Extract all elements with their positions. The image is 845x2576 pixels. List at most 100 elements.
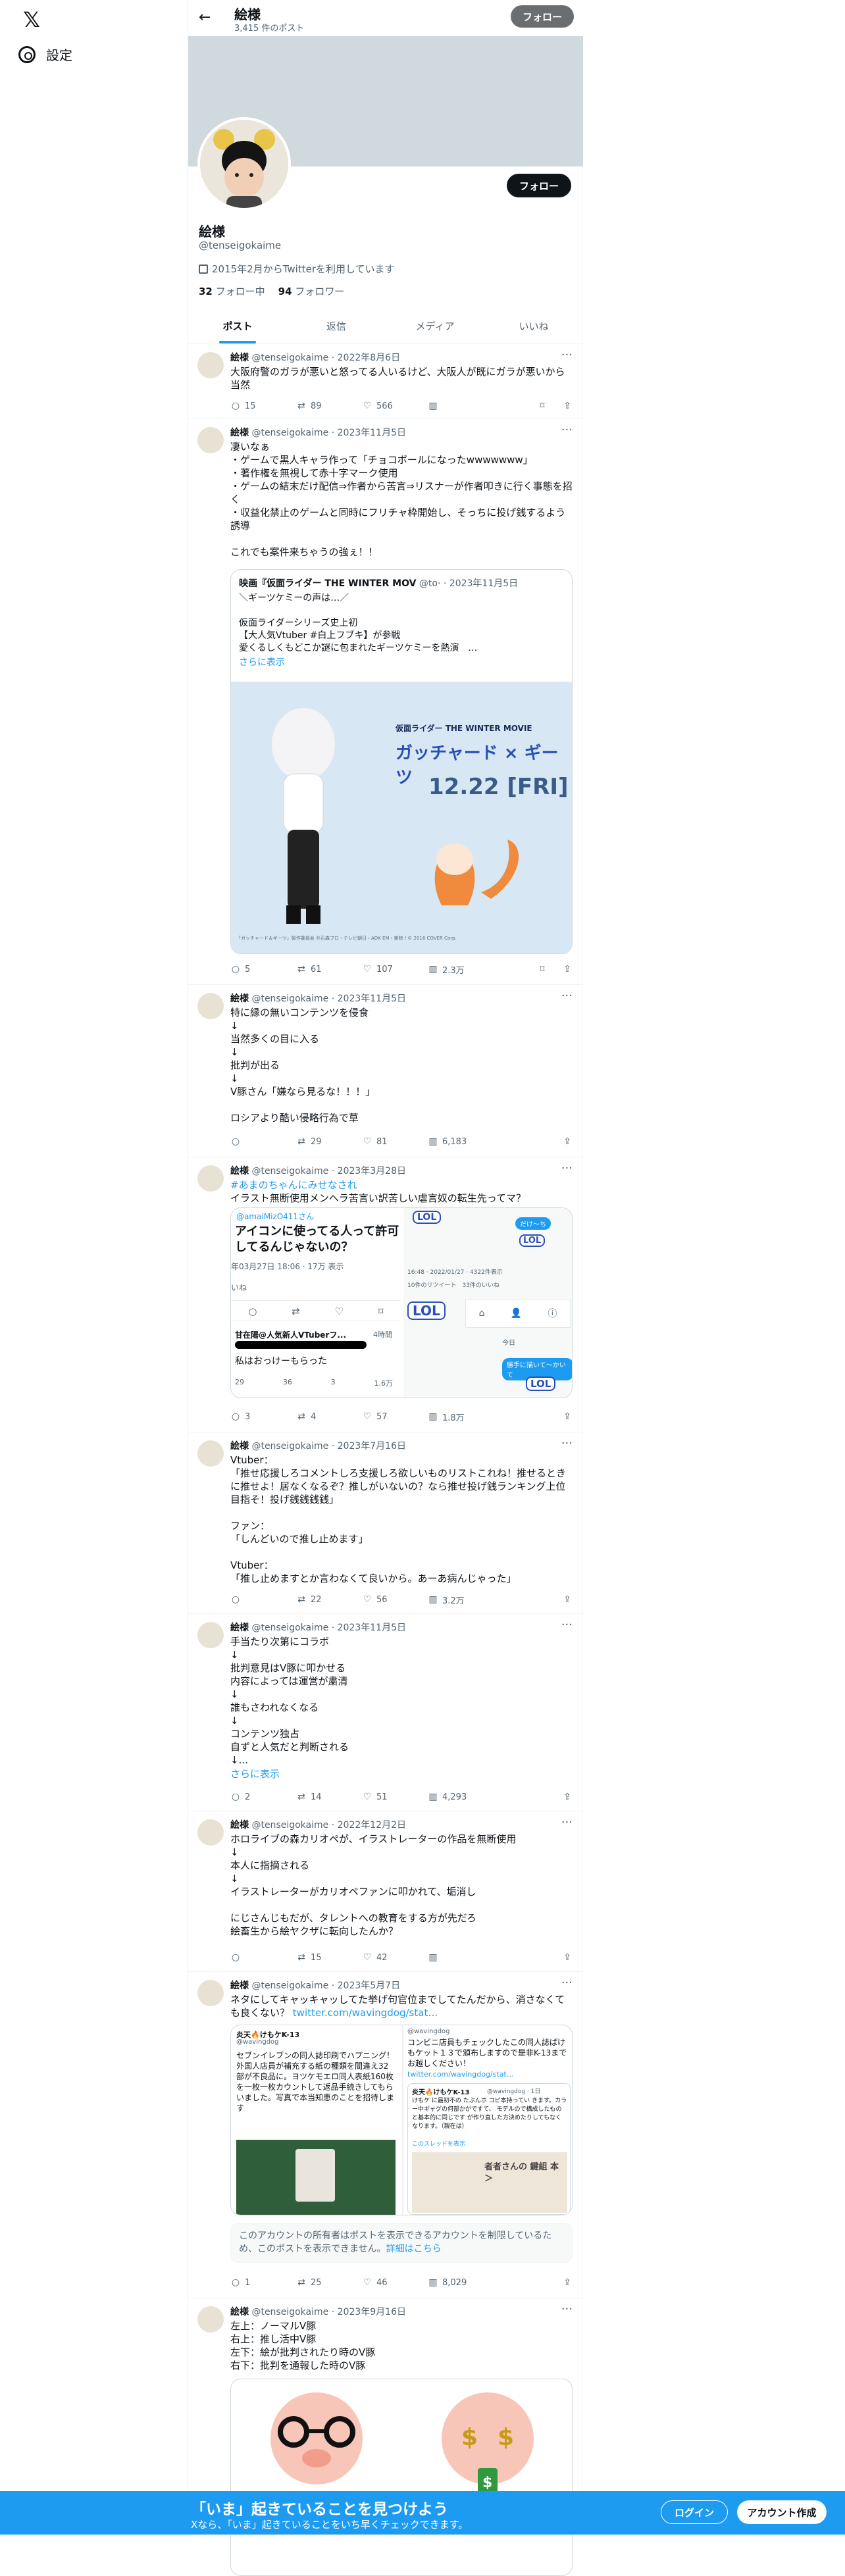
post-author[interactable]: 絵様 <box>230 1441 249 1452</box>
share-icon[interactable]: ⇪ <box>562 1411 573 1422</box>
post-item[interactable]: 絵様 @tenseigokaime · 2023年11月5日 ··· 特に縁の無… <box>188 985 583 1157</box>
more-icon[interactable]: ··· <box>561 1618 573 1632</box>
views-button[interactable]: ▥ <box>428 1951 494 1964</box>
post-link[interactable]: twitter.com/wavingdog/stat… <box>293 2007 438 2019</box>
post-author[interactable]: 絵様 <box>230 1981 249 1991</box>
post-item[interactable]: 絵様 @tenseigokaime · 2023年3月28日 ··· #あまのち… <box>188 1157 583 1432</box>
post-image-collage[interactable]: @amaiMizO411さん アイコンに使ってる人って許可してるんじゃないの？ … <box>230 1207 573 1398</box>
tab-likes[interactable]: いいね <box>484 309 583 343</box>
post-author[interactable]: 絵様 <box>230 2307 249 2317</box>
followers-link[interactable]: 94 フォロワー <box>278 284 345 298</box>
tab-posts[interactable]: ポスト <box>188 309 287 343</box>
views-button[interactable]: ▥ 8,029 <box>428 2276 494 2289</box>
follow-button[interactable]: フォロー <box>507 174 571 197</box>
views-button[interactable]: ▥ 6,183 <box>428 1135 494 1148</box>
repost-button[interactable]: ⇄ 4 <box>296 1410 362 1423</box>
post-date[interactable]: 2023年7月16日 <box>338 1441 406 1452</box>
more-icon[interactable]: ··· <box>561 2302 573 2316</box>
post-avatar[interactable] <box>197 1440 224 1467</box>
post-avatar[interactable] <box>197 1980 224 2006</box>
reply-button[interactable]: ○ <box>230 1951 296 1964</box>
post-date[interactable]: 2023年9月16日 <box>338 2307 406 2317</box>
reply-button[interactable]: ○ 2 <box>230 1790 296 1804</box>
post-author[interactable]: 絵様 <box>230 1623 249 1633</box>
more-icon[interactable]: ··· <box>561 989 573 1003</box>
header-follow-button[interactable]: フォロー <box>511 5 574 28</box>
like-button[interactable]: ♡ 42 <box>362 1951 428 1964</box>
post-item[interactable]: 絵様 @tenseigokaime · 2023年11月5日 ··· 凄いなぁ … <box>188 419 583 985</box>
post-date[interactable]: 2022年8月6日 <box>338 353 400 363</box>
post-avatar[interactable] <box>197 2306 224 2333</box>
post-handle[interactable]: @tenseigokaime <box>251 1166 328 1176</box>
views-button[interactable]: ▥ 3.2万 <box>428 1593 494 1606</box>
back-arrow-icon[interactable]: ← <box>199 9 211 26</box>
repost-button[interactable]: ⇄ 22 <box>296 1593 362 1606</box>
repost-button[interactable]: ⇄ 89 <box>296 399 362 413</box>
post-date[interactable]: 2023年11月5日 <box>338 428 406 438</box>
x-logo-icon[interactable]: 𝕏 <box>18 7 45 33</box>
post-handle[interactable]: @tenseigokaime <box>251 1441 328 1452</box>
post-item[interactable]: 絵様 @tenseigokaime · 2023年11月5日 ··· 手当たり次… <box>188 1614 583 1811</box>
post-item[interactable]: 絵様 @tenseigokaime · 2023年7月16日 ··· Vtube… <box>188 1432 583 1614</box>
more-icon[interactable]: ··· <box>561 423 573 437</box>
more-icon[interactable]: ··· <box>561 1815 573 1829</box>
views-button[interactable]: ▥ <box>428 399 494 413</box>
signup-button[interactable]: アカウント作成 <box>737 2500 827 2524</box>
more-icon[interactable]: ··· <box>561 1436 573 1450</box>
post-author[interactable]: 絵様 <box>230 1166 249 1176</box>
login-button[interactable]: ログイン <box>661 2500 728 2524</box>
share-icon[interactable]: ⇪ <box>562 2277 573 2288</box>
post-image-collage[interactable]: 炎天🔥けもケK-13 @wavingdog セブンイレブンの同人誌印刷でハプニン… <box>230 2025 573 2215</box>
quoted-post[interactable]: 映画『仮面ライダー THE WINTER MOV @to· · 2023年11月… <box>230 569 573 954</box>
like-button[interactable]: ♡ 56 <box>362 1593 428 1606</box>
repost-button[interactable]: ⇄ 61 <box>296 963 362 976</box>
settings-link[interactable]: 設定 <box>18 45 72 64</box>
post-handle[interactable]: @tenseigokaime <box>251 353 328 363</box>
share-icon[interactable]: ⇪ <box>562 1792 573 1802</box>
post-avatar[interactable] <box>197 1622 224 1648</box>
more-icon[interactable]: ··· <box>561 1161 573 1175</box>
post-avatar[interactable] <box>197 993 224 1019</box>
bookmark-icon[interactable]: ⌑ <box>537 964 548 974</box>
post-date[interactable]: 2023年11月5日 <box>338 994 406 1004</box>
share-icon[interactable]: ⇪ <box>562 1952 573 1963</box>
post-author[interactable]: 絵様 <box>230 994 249 1004</box>
views-button[interactable]: ▥ 2.3万 <box>428 963 494 976</box>
share-icon[interactable]: ⇪ <box>562 1136 573 1147</box>
reply-button[interactable]: ○ 15 <box>230 399 296 413</box>
views-button[interactable]: ▥ 1.8万 <box>428 1410 494 1423</box>
share-icon[interactable]: ⇪ <box>562 401 573 411</box>
views-button[interactable]: ▥ 4,293 <box>428 1790 494 1804</box>
notice-learn-more-link[interactable]: 詳細はこちら <box>386 2244 442 2254</box>
share-icon[interactable]: ⇪ <box>562 1594 573 1605</box>
like-button[interactable]: ♡ 566 <box>362 399 428 413</box>
post-avatar[interactable] <box>197 1819 224 1846</box>
repost-button[interactable]: ⇄ 25 <box>296 2276 362 2289</box>
post-avatar[interactable] <box>197 427 224 453</box>
like-button[interactable]: ♡ 81 <box>362 1135 428 1148</box>
tab-media[interactable]: メディア <box>386 309 484 343</box>
bookmark-icon[interactable]: ⌑ <box>537 401 548 411</box>
more-icon[interactable]: ··· <box>561 348 573 362</box>
reply-button[interactable]: ○ <box>230 1135 296 1148</box>
post-author[interactable]: 絵様 <box>230 428 249 438</box>
repost-button[interactable]: ⇄ 15 <box>296 1951 362 1964</box>
like-button[interactable]: ♡ 51 <box>362 1790 428 1804</box>
like-button[interactable]: ♡ 57 <box>362 1410 428 1423</box>
following-link[interactable]: 32 フォロー中 <box>199 284 265 298</box>
repost-button[interactable]: ⇄ 14 <box>296 1790 362 1804</box>
quote-image[interactable]: 仮面ライダー THE WINTER MOVIE ガッチャード × ギーツ 12.… <box>231 682 572 953</box>
hashtag-link[interactable]: #あまのちゃんにみせなされ <box>230 1179 357 1191</box>
post-avatar[interactable] <box>197 352 224 378</box>
reply-button[interactable]: ○ <box>230 1593 296 1606</box>
reply-button[interactable]: ○ 1 <box>230 2276 296 2289</box>
post-avatar[interactable] <box>197 1165 224 1192</box>
like-button[interactable]: ♡ 46 <box>362 2276 428 2289</box>
tab-replies[interactable]: 返信 <box>287 309 386 343</box>
post-handle[interactable]: @tenseigokaime <box>251 1981 328 1991</box>
more-icon[interactable]: ··· <box>561 1976 573 1990</box>
reply-button[interactable]: ○ 3 <box>230 1410 296 1423</box>
post-image-grid[interactable]: $ $ $ <box>230 2379 573 2576</box>
like-button[interactable]: ♡ 107 <box>362 963 428 976</box>
post-date[interactable]: 2023年3月28日 <box>338 1166 406 1176</box>
